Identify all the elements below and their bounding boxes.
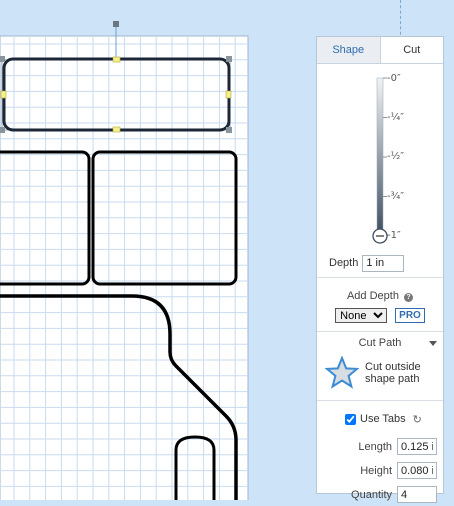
- depth-tick-label: -1″: [387, 230, 401, 241]
- corner-handle-top-left[interactable]: [0, 56, 5, 62]
- design-canvas-area[interactable]: [0, 0, 310, 500]
- depth-slider-thumb[interactable]: [372, 228, 388, 244]
- depth-tick-label: -¹⁄₄″: [387, 112, 405, 123]
- corner-handle-top-right[interactable]: [226, 56, 232, 62]
- rotation-handle[interactable]: [113, 21, 119, 27]
- use-tabs-checkbox[interactable]: [345, 413, 356, 425]
- add-depth-controls: None PRO: [317, 302, 443, 329]
- edge-handle-left[interactable]: [0, 90, 7, 99]
- tabs-section: Use Tabs ↻ Length Height Quantity: [317, 403, 443, 506]
- edge-handle-top[interactable]: [112, 56, 121, 63]
- cut-path-title: Cut Path: [358, 337, 402, 349]
- star-outline-icon: [325, 356, 359, 389]
- depth-scale: -0″ -¹⁄₄″ -¹⁄₂″ -³⁄₄″ -1″: [317, 64, 443, 249]
- cut-path-header[interactable]: Cut Path: [317, 334, 443, 352]
- divider: [317, 331, 443, 332]
- chevron-down-icon[interactable]: [429, 341, 437, 346]
- depth-slider-track[interactable]: [376, 77, 384, 237]
- tab-height-row: Height: [317, 459, 443, 482]
- cut-path-line-2: shape path: [365, 373, 420, 385]
- depth-tick-label: -¹⁄₂″: [387, 151, 405, 162]
- tab-cut[interactable]: Cut: [380, 37, 443, 63]
- use-tabs-label[interactable]: Use Tabs: [360, 413, 406, 425]
- panel-tabs: Shape Cut: [317, 37, 443, 64]
- add-depth-label: Add Depth: [346, 290, 399, 302]
- tab-length-input[interactable]: [397, 438, 437, 455]
- tab-length-label: Length: [358, 440, 392, 453]
- use-tabs-row: Use Tabs ↻: [317, 411, 443, 427]
- refresh-icon[interactable]: ↻: [413, 413, 422, 426]
- depth-tick-label: -0″: [387, 73, 401, 84]
- add-depth-heading: Add Depth ?: [317, 280, 443, 302]
- add-depth-select[interactable]: None: [335, 308, 388, 323]
- help-icon[interactable]: ?: [404, 293, 414, 302]
- design-canvas[interactable]: [0, 0, 310, 500]
- tab-height-input[interactable]: [397, 462, 437, 479]
- divider: [317, 277, 443, 278]
- tab-shape[interactable]: Shape: [317, 37, 381, 63]
- tab-height-label: Height: [360, 464, 392, 477]
- corner-handle-bottom-left[interactable]: [0, 127, 5, 133]
- properties-panel: Shape Cut -0″ -¹⁄₄″ -¹⁄₂″ -³⁄₄″ -1″ Dept…: [316, 36, 444, 503]
- tab-length-row: Length: [317, 435, 443, 458]
- pro-badge[interactable]: PRO: [395, 308, 425, 323]
- tab-quantity-input[interactable]: [397, 486, 437, 503]
- tab-quantity-row: Quantity: [317, 483, 443, 506]
- cut-path-option[interactable]: Cut outside shape path: [317, 352, 443, 398]
- corner-handle-bottom-right[interactable]: [226, 127, 232, 133]
- depth-slider[interactable]: [317, 64, 445, 249]
- cut-path-description: Cut outside shape path: [365, 361, 421, 385]
- cut-path-line-1: Cut outside: [365, 361, 421, 373]
- material-sheet: [0, 35, 249, 500]
- canvas-boundary-line: [400, 0, 401, 40]
- depth-label: Depth: [329, 257, 359, 269]
- edge-handle-right[interactable]: [225, 90, 232, 99]
- edge-handle-bottom[interactable]: [112, 126, 121, 133]
- divider: [317, 400, 443, 401]
- tab-quantity-label: Quantity: [351, 488, 392, 501]
- depth-input[interactable]: [362, 254, 405, 272]
- depth-field-row: Depth: [317, 249, 443, 275]
- depth-tick-label: -³⁄₄″: [387, 191, 405, 202]
